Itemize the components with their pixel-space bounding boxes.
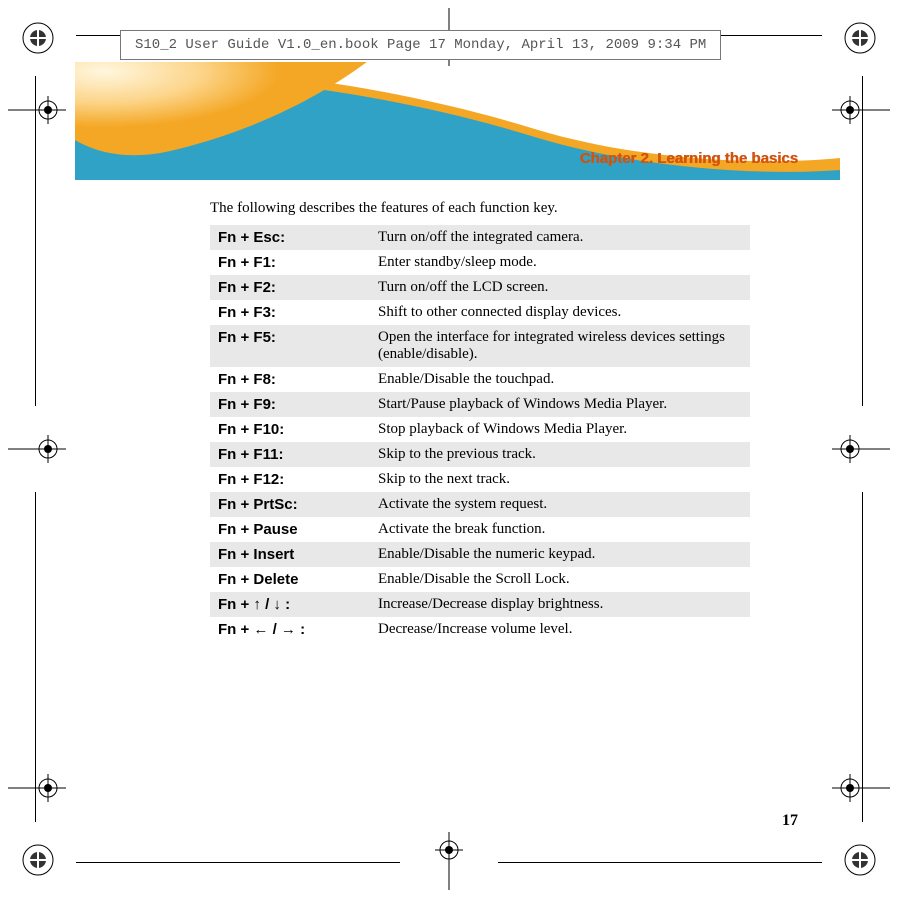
registration-mark-icon (20, 842, 56, 878)
fn-key: Fn + F9: (210, 392, 370, 417)
crop-line (35, 76, 36, 406)
fn-description: Turn on/off the LCD screen. (370, 275, 750, 300)
fn-description: Turn on/off the integrated camera. (370, 225, 750, 250)
table-row: Fn + DeleteEnable/Disable the Scroll Loc… (210, 567, 750, 592)
fn-key: Fn + F11: (210, 442, 370, 467)
table-row: Fn + F12:Skip to the next track. (210, 467, 750, 492)
registration-mark-icon (20, 20, 56, 56)
intro-text: The following describes the features of … (210, 200, 750, 217)
registration-mark-icon (842, 842, 878, 878)
table-row: Fn + F2:Turn on/off the LCD screen. (210, 275, 750, 300)
table-row: Fn + F8:Enable/Disable the touchpad. (210, 367, 750, 392)
table-row: Fn + F11:Skip to the previous track. (210, 442, 750, 467)
table-row: Fn + PauseActivate the break function. (210, 517, 750, 542)
fn-description: Shift to other connected display devices… (370, 300, 750, 325)
fn-key: Fn + F2: (210, 275, 370, 300)
fn-description: Enable/Disable the numeric keypad. (370, 542, 750, 567)
fn-description: Enable/Disable the touchpad. (370, 367, 750, 392)
fn-key: Fn + F10: (210, 417, 370, 442)
fn-description: Skip to the next track. (370, 467, 750, 492)
fn-key: Fn + Delete (210, 567, 370, 592)
fn-key: Fn + F8: (210, 367, 370, 392)
fn-key: Fn + ← / → : (210, 617, 370, 642)
crop-line (76, 862, 400, 863)
fn-description: Activate the break function. (370, 517, 750, 542)
crosshair-icon (435, 832, 463, 890)
table-row: Fn + ↑ / ↓ :Increase/Decrease display br… (210, 592, 750, 617)
fn-key: Fn + ↑ / ↓ : (210, 592, 370, 617)
fn-key: Fn + Pause (210, 517, 370, 542)
crosshair-icon (832, 774, 890, 802)
crosshair-icon (832, 96, 890, 124)
page-content: The following describes the features of … (210, 200, 750, 642)
fn-description: Increase/Decrease display brightness. (370, 592, 750, 617)
fn-key: Fn + F1: (210, 250, 370, 275)
table-row: Fn + F3:Shift to other connected display… (210, 300, 750, 325)
table-row: Fn + Esc:Turn on/off the integrated came… (210, 225, 750, 250)
table-row: Fn + InsertEnable/Disable the numeric ke… (210, 542, 750, 567)
crop-line (35, 492, 36, 822)
table-row: Fn + F10:Stop playback of Windows Media … (210, 417, 750, 442)
fn-key: Fn + F12: (210, 467, 370, 492)
crop-line (498, 862, 822, 863)
crosshair-icon (8, 435, 66, 463)
fn-description: Enter standby/sleep mode. (370, 250, 750, 275)
table-row: Fn + F5:Open the interface for integrate… (210, 325, 750, 367)
function-key-table: Fn + Esc:Turn on/off the integrated came… (210, 225, 750, 642)
fn-key: Fn + PrtSc: (210, 492, 370, 517)
table-row: Fn + F9:Start/Pause playback of Windows … (210, 392, 750, 417)
fn-description: Stop playback of Windows Media Player. (370, 417, 750, 442)
registration-mark-icon (842, 20, 878, 56)
file-header: S10_2 User Guide V1.0_en.book Page 17 Mo… (120, 30, 721, 60)
fn-key: Fn + Esc: (210, 225, 370, 250)
table-row: Fn + F1:Enter standby/sleep mode. (210, 250, 750, 275)
fn-description: Skip to the previous track. (370, 442, 750, 467)
fn-key: Fn + Insert (210, 542, 370, 567)
fn-description: Enable/Disable the Scroll Lock. (370, 567, 750, 592)
fn-description: Start/Pause playback of Windows Media Pl… (370, 392, 750, 417)
fn-description: Open the interface for integrated wirele… (370, 325, 750, 367)
fn-description: Decrease/Increase volume level. (370, 617, 750, 642)
crosshair-icon (8, 774, 66, 802)
fn-description: Activate the system request. (370, 492, 750, 517)
crop-line (862, 492, 863, 822)
table-row: Fn + PrtSc:Activate the system request. (210, 492, 750, 517)
fn-key: Fn + F3: (210, 300, 370, 325)
chapter-title: Chapter 2. Learning the basics (580, 150, 798, 167)
crop-line (862, 76, 863, 406)
page-number: 17 (782, 812, 798, 830)
crosshair-icon (832, 435, 890, 463)
fn-key: Fn + F5: (210, 325, 370, 367)
crosshair-icon (8, 96, 66, 124)
table-row: Fn + ← / → :Decrease/Increase volume lev… (210, 617, 750, 642)
